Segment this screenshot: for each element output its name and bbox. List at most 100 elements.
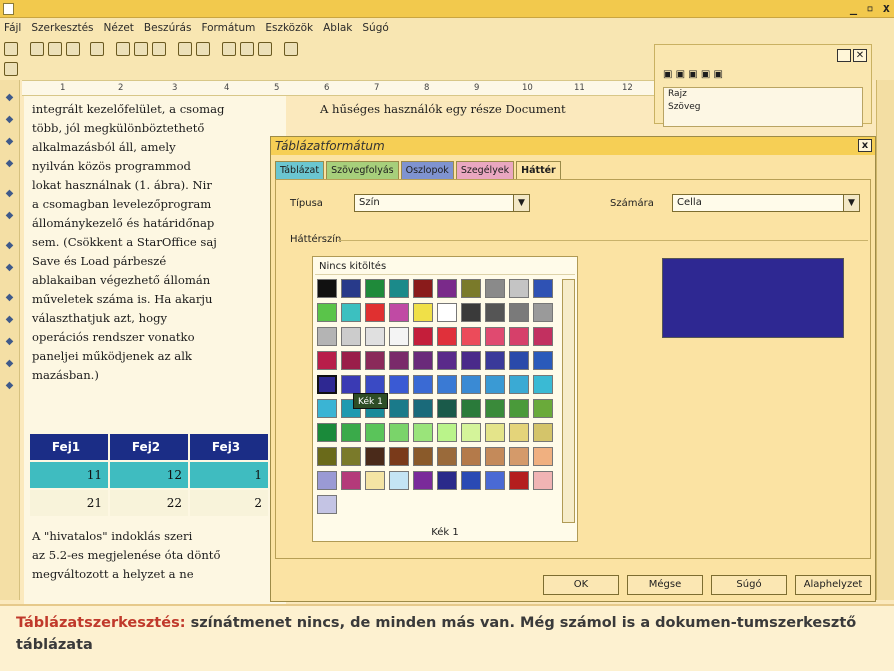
reset-button[interactable]: Alaphelyzet (795, 575, 871, 595)
color-swatch[interactable] (341, 423, 361, 442)
color-swatch[interactable] (485, 399, 505, 418)
help-button[interactable]: Súgó (711, 575, 787, 595)
redo-icon[interactable] (196, 42, 210, 56)
color-swatch[interactable] (413, 375, 433, 394)
color-swatch[interactable] (413, 327, 433, 346)
navigator-toolbar[interactable]: ▣ ▣ ▣ ▣ ▣ (663, 69, 723, 80)
document-table[interactable]: Fej1 Fej2 Fej3 11 12 1 21 22 2 (30, 434, 290, 516)
color-swatch[interactable] (317, 471, 337, 490)
table-cell[interactable]: 21 (30, 490, 108, 516)
color-swatch[interactable] (485, 375, 505, 394)
color-swatch[interactable] (413, 351, 433, 370)
color-swatch[interactable] (341, 279, 361, 298)
document-page[interactable]: integrált kezelőfelület, a csomag több, … (24, 96, 286, 604)
save-icon[interactable] (66, 42, 80, 56)
print-icon[interactable] (90, 42, 104, 56)
color-swatch[interactable] (509, 327, 529, 346)
list-item[interactable]: Szöveg (668, 101, 862, 114)
color-swatch[interactable] (437, 303, 457, 322)
menu-item-view[interactable]: Nézet (104, 22, 134, 34)
color-swatch[interactable] (317, 279, 337, 298)
color-swatch[interactable] (389, 423, 409, 442)
color-swatch[interactable] (365, 303, 385, 322)
color-swatch[interactable] (509, 399, 529, 418)
cut-icon[interactable] (116, 42, 130, 56)
paragraph-icon[interactable]: ◆ (3, 380, 16, 391)
tab-borders[interactable]: Szegélyek (455, 161, 515, 179)
color-swatch[interactable] (485, 351, 505, 370)
color-swatch[interactable] (485, 303, 505, 322)
color-swatch[interactable] (317, 495, 337, 514)
color-swatch[interactable] (317, 327, 337, 346)
color-swatch[interactable] (461, 327, 481, 346)
color-swatch[interactable] (509, 351, 529, 370)
color-swatch[interactable] (341, 471, 361, 490)
stylist-icon[interactable] (240, 42, 254, 56)
color-swatch[interactable] (317, 375, 337, 394)
color-swatch[interactable] (485, 447, 505, 466)
color-swatch[interactable] (533, 471, 553, 490)
color-swatch[interactable] (509, 447, 529, 466)
menu-item-insert[interactable]: Beszúrás (144, 22, 192, 34)
vertical-scrollbar[interactable] (876, 80, 894, 600)
color-swatch[interactable] (437, 399, 457, 418)
color-swatch[interactable] (317, 399, 337, 418)
color-swatch[interactable] (389, 399, 409, 418)
color-swatch[interactable] (389, 327, 409, 346)
insert-icon[interactable]: ◆ (3, 92, 16, 103)
color-swatch[interactable] (533, 327, 553, 346)
color-swatch[interactable] (389, 375, 409, 394)
basic-icon[interactable]: ◆ (3, 314, 16, 325)
draw-icon[interactable]: ◆ (3, 292, 16, 303)
table-icon[interactable] (4, 62, 18, 76)
color-swatch[interactable] (533, 351, 553, 370)
color-swatch[interactable] (413, 471, 433, 490)
copy-icon[interactable] (134, 42, 148, 56)
color-swatch[interactable] (341, 327, 361, 346)
hyperlink-icon[interactable] (258, 42, 272, 56)
menu-item-format[interactable]: Formátum (201, 22, 255, 34)
color-swatch[interactable] (365, 447, 385, 466)
table-cell[interactable]: 2 (190, 490, 268, 516)
color-swatch[interactable] (437, 351, 457, 370)
color-swatch[interactable] (413, 303, 433, 322)
find-icon[interactable]: ◆ (3, 240, 16, 251)
table-header-cell[interactable]: Fej3 (190, 434, 268, 460)
chevron-down-icon[interactable]: ▼ (513, 195, 529, 211)
color-swatch[interactable] (437, 471, 457, 490)
color-swatch[interactable] (413, 447, 433, 466)
color-swatch[interactable] (533, 399, 553, 418)
color-swatch[interactable] (485, 327, 505, 346)
color-swatch[interactable] (461, 471, 481, 490)
close-icon[interactable]: ✕ (853, 49, 867, 62)
paste-icon[interactable] (152, 42, 166, 56)
navigator-list[interactable]: Rajz Szöveg (663, 87, 863, 127)
undo-icon[interactable] (178, 42, 192, 56)
type-select[interactable]: Szín ▼ (354, 194, 530, 212)
open-icon[interactable] (48, 42, 62, 56)
color-swatch[interactable] (365, 471, 385, 490)
gallery-icon[interactable] (284, 42, 298, 56)
tab-text-flow[interactable]: Szövegfolyás (326, 161, 399, 179)
color-swatch[interactable] (389, 351, 409, 370)
color-swatch[interactable] (533, 447, 553, 466)
color-swatch[interactable] (365, 327, 385, 346)
color-swatch[interactable] (509, 303, 529, 322)
table-cell[interactable]: 11 (30, 462, 108, 488)
color-swatch[interactable] (413, 279, 433, 298)
color-swatch[interactable] (389, 447, 409, 466)
color-swatch[interactable] (413, 399, 433, 418)
color-swatch[interactable] (461, 447, 481, 466)
color-swatch[interactable] (389, 471, 409, 490)
form-icon[interactable]: ◆ (3, 158, 16, 169)
menu-item-help[interactable]: Súgó (362, 22, 388, 34)
color-swatch[interactable] (461, 279, 481, 298)
color-swatch[interactable] (317, 423, 337, 442)
table-header-cell[interactable]: Fej1 (30, 434, 108, 460)
color-swatch[interactable] (533, 375, 553, 394)
ok-button[interactable]: OK (543, 575, 619, 595)
menu-item-edit[interactable]: Szerkesztés (31, 22, 93, 34)
color-swatch[interactable] (365, 375, 385, 394)
new-doc-icon[interactable] (30, 42, 44, 56)
minimize-button[interactable] (837, 49, 851, 62)
